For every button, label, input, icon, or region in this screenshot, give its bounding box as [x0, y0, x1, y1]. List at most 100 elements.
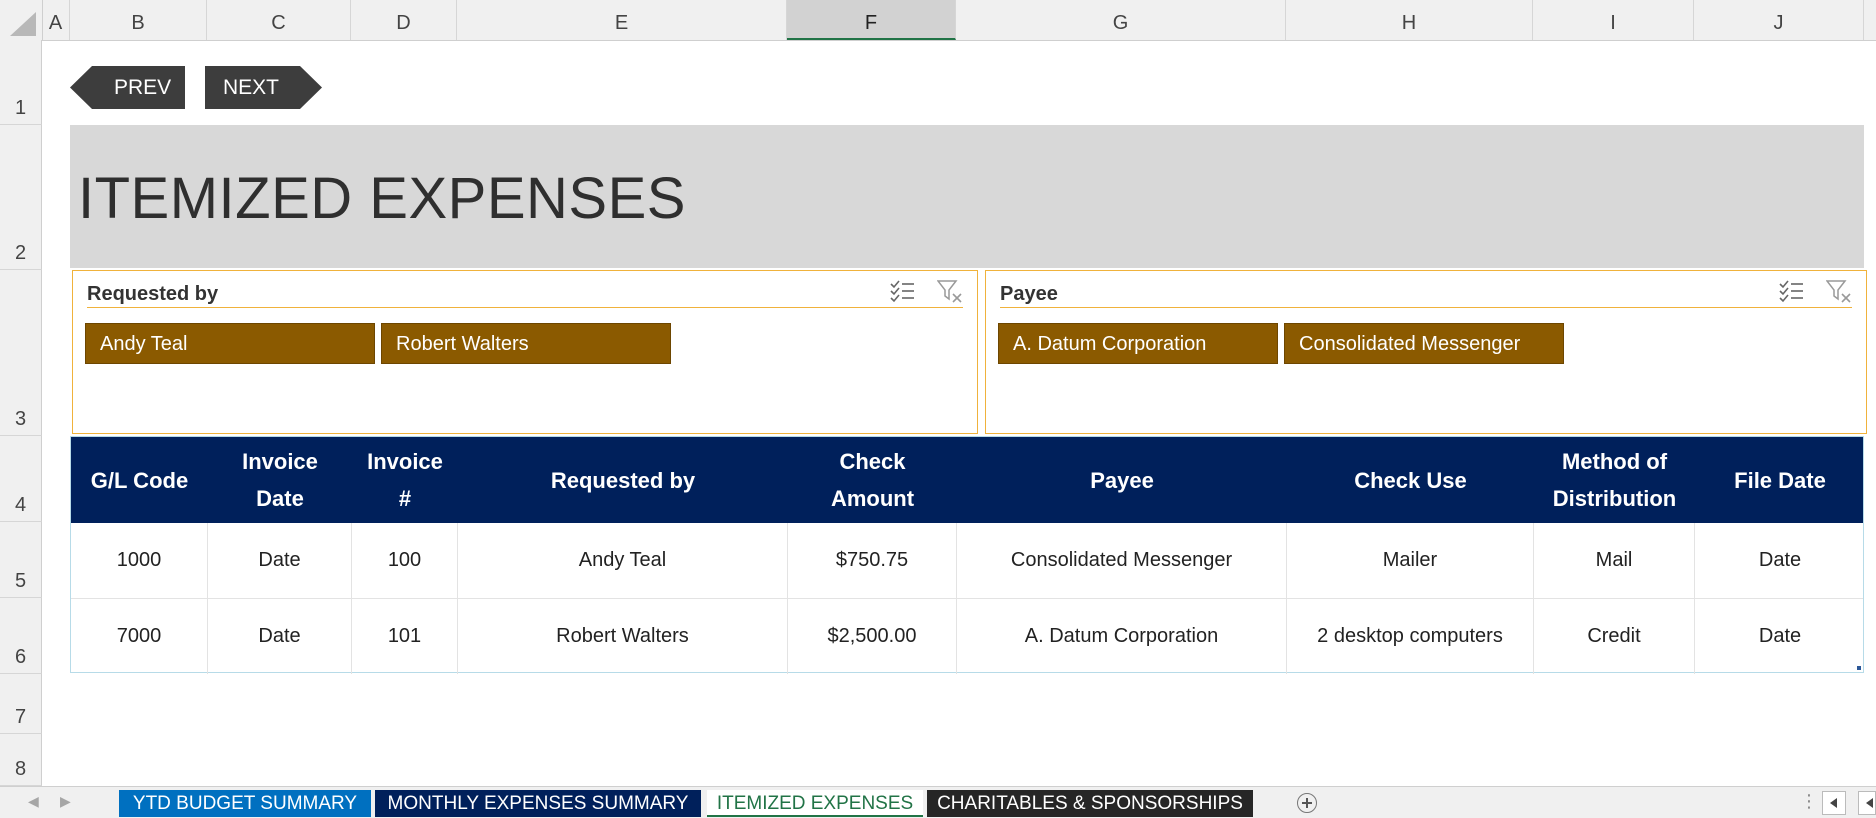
next-button[interactable]: NEXT — [205, 66, 322, 109]
cell-invoice-date[interactable]: Date — [208, 599, 352, 674]
slicer-item[interactable]: Andy Teal — [85, 323, 375, 364]
tab-scroll-right-icon[interactable]: ▶ — [60, 793, 71, 810]
column-header-c[interactable]: C — [207, 0, 351, 40]
row-number: 5 — [14, 570, 27, 592]
table-header: G/L Code Invoice Date Invoice # Requested … — [71, 437, 1863, 523]
row-header-6[interactable]: 6 — [0, 598, 42, 674]
column-header-b[interactable]: B — [70, 0, 207, 40]
scroll-left-icon[interactable] — [1822, 791, 1846, 815]
row-header-3[interactable]: 3 — [0, 270, 42, 436]
multi-select-icon[interactable] — [1778, 279, 1804, 303]
cell-payee[interactable]: A. Datum Corporation — [957, 599, 1287, 674]
tab-scroll-left-icon[interactable]: ◀ — [28, 793, 39, 810]
header-invoice-date[interactable]: Invoice Date — [208, 437, 352, 523]
select-all-corner[interactable] — [0, 0, 43, 40]
cell-check-use[interactable]: 2 desktop computers — [1287, 599, 1534, 674]
cell-method-of-distribution[interactable]: Credit — [1534, 599, 1695, 674]
column-header-i[interactable]: I — [1533, 0, 1694, 40]
clear-filter-icon[interactable] — [937, 279, 963, 303]
header-text: Method of — [1561, 449, 1668, 474]
column-header-j[interactable]: J — [1694, 0, 1864, 40]
header-text: File Date — [1734, 467, 1826, 493]
row-header-2[interactable]: 2 — [0, 125, 42, 270]
more-options-icon[interactable]: ⋮ — [1800, 791, 1818, 812]
slicer-header: Requested by — [87, 279, 963, 308]
header-file-date[interactable]: File Date — [1695, 437, 1865, 523]
row-header-4[interactable]: 4 — [0, 436, 42, 522]
header-text: G/L Code — [90, 467, 189, 493]
tab-ytd-budget-summary[interactable]: YTD BUDGET SUMMARY — [119, 790, 371, 817]
cell-gl-code[interactable]: 1000 — [71, 523, 208, 598]
slicer-payee[interactable]: Payee A. Datum Corporation Consolidated … — [985, 270, 1867, 434]
column-header-f[interactable]: F — [787, 0, 956, 40]
slicer-item[interactable]: Robert Walters — [381, 323, 671, 364]
tab-charitables-sponsorships[interactable]: CHARITABLES & SPONSORSHIPS — [927, 790, 1253, 817]
cell-invoice-number[interactable]: 100 — [352, 523, 458, 598]
row-header-7[interactable]: 7 — [0, 674, 42, 734]
cell-file-date[interactable]: Date — [1695, 599, 1865, 674]
header-check-amount[interactable]: Check Amount — [788, 437, 957, 523]
cell-requested-by[interactable]: Robert Walters — [458, 599, 788, 674]
slicer-title: Payee — [1000, 283, 1058, 305]
title-band: ITEMIZED EXPENSES — [70, 125, 1864, 268]
header-text: Invoice — [242, 449, 318, 474]
row-number: 7 — [14, 706, 27, 728]
slicer-title: Requested by — [87, 283, 219, 305]
header-text: Payee — [1090, 467, 1154, 493]
cell-check-use[interactable]: Mailer — [1287, 523, 1534, 598]
row-number: 2 — [14, 242, 27, 264]
slicer-item[interactable]: Consolidated Messenger — [1284, 323, 1564, 364]
row-number: 6 — [14, 646, 27, 668]
column-header-bar: A B C D E F G H I J — [0, 0, 1876, 41]
column-header-h[interactable]: H — [1286, 0, 1533, 40]
cell-check-amount[interactable]: $2,500.00 — [788, 599, 957, 674]
header-check-use[interactable]: Check Use — [1287, 437, 1534, 523]
header-requested-by[interactable]: Requested by — [458, 437, 788, 523]
header-text: Check Use — [1354, 467, 1467, 493]
cell-gl-code[interactable]: 7000 — [71, 599, 208, 674]
header-text: Invoice — [367, 449, 443, 474]
scroll-left-icon[interactable] — [1858, 791, 1876, 815]
header-payee[interactable]: Payee — [957, 437, 1287, 523]
cell-invoice-number[interactable]: 101 — [352, 599, 458, 674]
cell-method-of-distribution[interactable]: Mail — [1534, 523, 1695, 598]
header-text: Amount — [830, 486, 915, 511]
header-text: Distribution — [1552, 486, 1677, 511]
header-invoice-number[interactable]: Invoice # — [352, 437, 458, 523]
column-header-g[interactable]: G — [956, 0, 1286, 40]
header-method-of-distribution[interactable]: Method of Distribution — [1534, 437, 1695, 523]
header-gl-code[interactable]: G/L Code — [71, 437, 208, 523]
header-text: Check — [839, 449, 906, 474]
tab-monthly-expenses-summary[interactable]: MONTHLY EXPENSES SUMMARY — [375, 790, 701, 817]
tab-itemized-expenses[interactable]: ITEMIZED EXPENSES — [707, 790, 923, 817]
cell-invoice-date[interactable]: Date — [208, 523, 352, 598]
row-header-1[interactable]: 1 — [0, 40, 42, 125]
expense-table: G/L Code Invoice Date Invoice # Requested … — [70, 436, 1865, 674]
row-number: 4 — [14, 494, 27, 516]
table-resize-handle[interactable] — [1857, 666, 1861, 670]
cell-file-date[interactable]: Date — [1695, 523, 1865, 598]
cell-requested-by[interactable]: Andy Teal — [458, 523, 788, 598]
slicer-requested-by[interactable]: Requested by Andy Teal Robert Walters — [72, 270, 978, 434]
header-text: # — [398, 486, 412, 511]
prev-button[interactable]: PREV — [70, 66, 185, 109]
row-header-8[interactable]: 8 — [0, 734, 42, 786]
column-header-e[interactable]: E — [457, 0, 787, 40]
sheet-tab-bar: ◀ ▶ YTD BUDGET SUMMARY MONTHLY EXPENSES … — [0, 786, 1876, 818]
row-header-5[interactable]: 5 — [0, 522, 42, 598]
header-text: Requested by — [550, 467, 696, 493]
page-title: ITEMIZED EXPENSES — [78, 166, 686, 231]
clear-filter-icon[interactable] — [1826, 279, 1852, 303]
select-all-corner-icon — [10, 12, 36, 36]
slicer-item[interactable]: A. Datum Corporation — [998, 323, 1278, 364]
row-number: 3 — [14, 408, 27, 430]
multi-select-icon[interactable] — [889, 279, 915, 303]
column-header-a[interactable]: A — [42, 0, 70, 40]
column-header-d[interactable]: D — [351, 0, 457, 40]
cell-payee[interactable]: Consolidated Messenger — [957, 523, 1287, 598]
add-sheet-icon[interactable] — [1297, 793, 1317, 813]
header-text: Date — [256, 486, 304, 511]
slicer-header: Payee — [1000, 279, 1852, 308]
row-number: 1 — [14, 97, 27, 119]
cell-check-amount[interactable]: $750.75 — [788, 523, 957, 598]
